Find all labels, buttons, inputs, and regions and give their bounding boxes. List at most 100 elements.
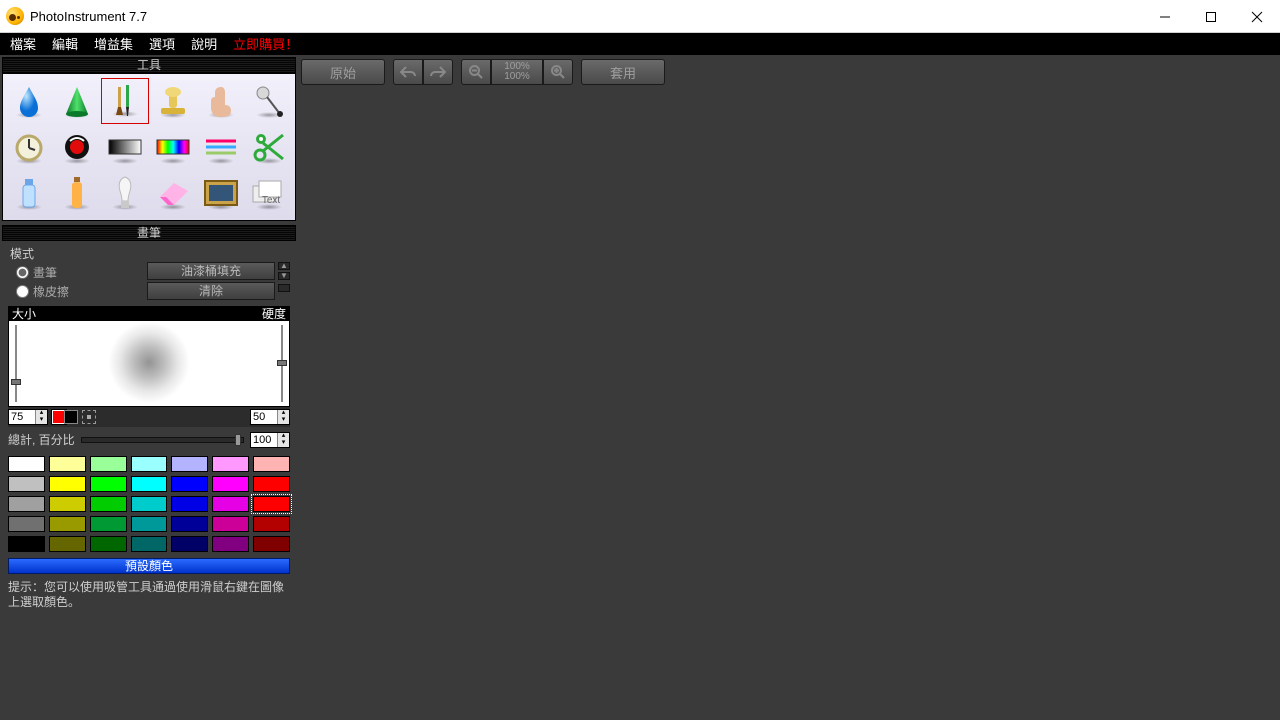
top-toolbar: 原始 100%100% 套用 — [298, 55, 1280, 89]
menu-options[interactable]: 選項 — [141, 33, 183, 54]
hardness-label: 硬度 — [262, 305, 286, 322]
color-swatch[interactable] — [8, 516, 45, 532]
mode-label: 模式 — [8, 245, 290, 262]
menu-help[interactable]: 說明 — [183, 33, 225, 54]
color-swatch[interactable] — [212, 496, 249, 512]
hardness-input[interactable]: ▴▾ — [250, 409, 290, 425]
fill-button[interactable]: 油漆桶填充 — [147, 262, 275, 280]
color-swatch[interactable] — [171, 476, 208, 492]
fg-bg-swatches[interactable] — [52, 410, 78, 424]
color-swatch[interactable] — [90, 536, 127, 552]
zoom-in-button[interactable] — [543, 59, 573, 85]
tool-redeye[interactable] — [53, 124, 101, 170]
canvas-area: 原始 100%100% 套用 — [298, 55, 1280, 718]
color-swatch[interactable] — [253, 476, 290, 492]
color-swatch[interactable] — [90, 456, 127, 472]
color-swatch[interactable] — [8, 476, 45, 492]
tool-drop[interactable] — [5, 78, 53, 124]
zoom-out-button[interactable] — [461, 59, 491, 85]
menu-edit[interactable]: 編輯 — [44, 33, 86, 54]
color-swatch[interactable] — [49, 496, 86, 512]
color-swatch[interactable] — [131, 516, 168, 532]
original-button[interactable]: 原始 — [301, 59, 385, 85]
opacity-slider[interactable] — [81, 437, 244, 443]
tool-pin[interactable] — [245, 78, 293, 124]
color-swatch[interactable] — [8, 496, 45, 512]
radio-eraser[interactable]: 橡皮擦 — [8, 283, 69, 300]
color-swatch[interactable] — [131, 456, 168, 472]
color-swatch[interactable] — [171, 536, 208, 552]
color-swatch[interactable] — [171, 516, 208, 532]
tool-gradient[interactable] — [101, 124, 149, 170]
color-swatch[interactable] — [212, 476, 249, 492]
hardness-spin-down[interactable]: ▾ — [277, 417, 289, 424]
mode-swap-button[interactable] — [278, 284, 290, 292]
color-swatch[interactable] — [8, 456, 45, 472]
minimize-button[interactable] — [1142, 0, 1188, 33]
tool-clock[interactable] — [5, 124, 53, 170]
color-swatch[interactable] — [8, 536, 45, 552]
hardness-slider[interactable] — [275, 321, 289, 406]
menu-plugins[interactable]: 增益集 — [86, 33, 141, 54]
mode-down-button[interactable]: ▼ — [278, 272, 290, 280]
tool-hue[interactable] — [149, 124, 197, 170]
opacity-spin-down[interactable]: ▾ — [277, 440, 289, 447]
menu-buy-now[interactable]: 立即購買！ — [225, 33, 306, 54]
color-swatch[interactable] — [212, 536, 249, 552]
close-button[interactable] — [1234, 0, 1280, 33]
menu-file[interactable]: 檔案 — [2, 33, 44, 54]
redo-button[interactable] — [423, 59, 453, 85]
titlebar: PhotoInstrument 7.7 — [0, 0, 1280, 33]
clear-button[interactable]: 清除 — [147, 282, 275, 300]
color-swatch[interactable] — [90, 516, 127, 532]
color-swatch[interactable] — [171, 496, 208, 512]
undo-button[interactable] — [393, 59, 423, 85]
size-input[interactable]: ▴▾ — [8, 409, 48, 425]
transparent-swatch[interactable] — [82, 410, 96, 424]
left-panel: 工具 Text 畫筆 模式 畫筆 橡皮擦 油漆桶填充 清除 — [0, 55, 298, 718]
opacity-label: 總計, 百分比 — [8, 431, 75, 448]
tool-eraser[interactable] — [149, 170, 197, 216]
color-swatch[interactable] — [49, 516, 86, 532]
tool-scissors[interactable] — [245, 124, 293, 170]
tool-lines[interactable] — [197, 124, 245, 170]
tool-stamp[interactable] — [149, 78, 197, 124]
color-swatch[interactable] — [131, 476, 168, 492]
size-label: 大小 — [12, 305, 36, 322]
color-swatch[interactable] — [131, 536, 168, 552]
tool-finger[interactable] — [197, 78, 245, 124]
tools-panel: 工具 Text — [2, 57, 296, 221]
tool-tube[interactable] — [5, 170, 53, 216]
tools-grid: Text — [2, 73, 296, 221]
maximize-button[interactable] — [1188, 0, 1234, 33]
color-swatch[interactable] — [253, 496, 290, 512]
brush-blob-icon — [108, 321, 190, 403]
color-swatch[interactable] — [253, 456, 290, 472]
apply-button[interactable]: 套用 — [581, 59, 665, 85]
tool-cone[interactable] — [53, 78, 101, 124]
color-swatch[interactable] — [253, 536, 290, 552]
tool-bulb[interactable] — [101, 170, 149, 216]
tool-bottle[interactable] — [53, 170, 101, 216]
tool-frame[interactable] — [197, 170, 245, 216]
color-swatch[interactable] — [253, 516, 290, 532]
color-swatch[interactable] — [212, 516, 249, 532]
mode-up-button[interactable]: ▲ — [278, 262, 290, 270]
color-swatch[interactable] — [90, 496, 127, 512]
color-swatch[interactable] — [49, 476, 86, 492]
color-swatch[interactable] — [171, 456, 208, 472]
color-swatch[interactable] — [212, 456, 249, 472]
zoom-level[interactable]: 100%100% — [491, 59, 543, 85]
tool-brushes[interactable] — [101, 78, 149, 124]
color-swatch[interactable] — [131, 496, 168, 512]
radio-brush[interactable]: 畫筆 — [8, 264, 69, 281]
size-slider[interactable] — [9, 321, 23, 406]
opacity-input[interactable]: ▴▾ — [250, 432, 290, 448]
size-spin-down[interactable]: ▾ — [35, 417, 47, 424]
color-swatch[interactable] — [90, 476, 127, 492]
color-swatch[interactable] — [49, 456, 86, 472]
tool-layers-text[interactable]: Text — [245, 170, 293, 216]
color-swatch[interactable] — [49, 536, 86, 552]
default-colors-button[interactable]: 預設顏色 — [8, 558, 290, 574]
app-icon — [6, 7, 24, 25]
